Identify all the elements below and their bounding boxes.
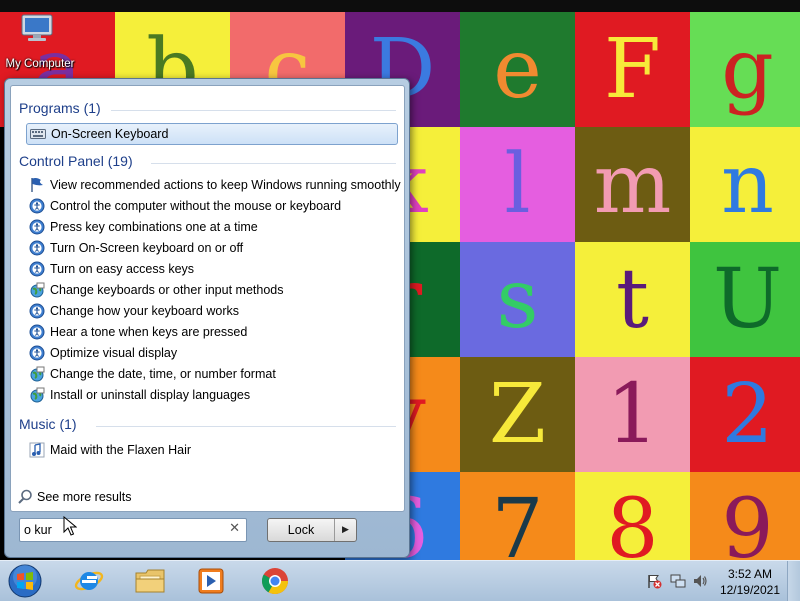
internet-explorer-icon: [74, 571, 104, 591]
see-more-label: See more results: [37, 490, 132, 504]
divider: [111, 110, 396, 111]
result-label: Hear a tone when keys are pressed: [50, 325, 248, 339]
wallpaper-tile: 1: [575, 357, 690, 472]
chrome-icon: [261, 568, 289, 595]
control-panel-result[interactable]: Control the computer without the mouse o…: [26, 196, 398, 216]
wallpaper-tile: l: [460, 127, 575, 242]
media-player-icon: [198, 568, 224, 594]
control-panel-result[interactable]: Change how your keyboard works: [26, 301, 398, 321]
wallpaper-tile: 9: [690, 472, 800, 560]
result-label: Optimize visual display: [50, 346, 178, 360]
wallpaper-tile: Z: [460, 357, 575, 472]
clock-date: 12/19/2021: [719, 583, 780, 597]
network-icon[interactable]: [670, 573, 686, 589]
computer-icon: [21, 14, 53, 41]
ease-of-access-icon: [29, 303, 45, 319]
control-panel-result[interactable]: View recommended actions to keep Windows…: [26, 175, 401, 195]
control-panel-result[interactable]: Turn On-Screen keyboard on or off: [26, 238, 398, 258]
wallpaper-tile: m: [575, 127, 690, 242]
mouse-pointer-icon: [63, 516, 77, 536]
wallpaper-tile: t: [575, 242, 690, 357]
wallpaper-tile: U: [690, 242, 800, 357]
control-panel-result[interactable]: Press key combinations one at a time: [26, 217, 398, 237]
search-input[interactable]: [24, 521, 224, 539]
chrome-button[interactable]: [258, 564, 292, 598]
file-explorer-button[interactable]: [133, 564, 167, 598]
control-panel-result[interactable]: Optimize visual display: [26, 343, 398, 363]
wallpaper-tile: e: [460, 12, 575, 127]
my-computer-label: My Computer: [5, 58, 75, 70]
my-computer-desktop-icon[interactable]: My Computer: [0, 12, 80, 74]
start-button[interactable]: [6, 562, 44, 600]
region-globe-icon: [30, 282, 45, 298]
action-center-icon[interactable]: [646, 573, 662, 589]
programs-heading[interactable]: Programs (1): [19, 100, 101, 116]
control-panel-result[interactable]: Change keyboards or other input methods: [26, 280, 398, 300]
control-panel-result[interactable]: Turn on easy access keys: [26, 259, 398, 279]
show-desktop-button[interactable]: [787, 561, 800, 601]
control-panel-result[interactable]: Change the date, time, or number format: [26, 364, 398, 384]
wallpaper-tile: 2: [690, 357, 800, 472]
notification-area: 3:52 AM 12/19/2021: [630, 561, 800, 601]
result-label: Change the date, time, or number format: [50, 367, 276, 381]
taskbar: 3:52 AM 12/19/2021: [0, 560, 800, 601]
region-globe-icon: [30, 366, 45, 382]
close-icon[interactable]: ✕: [229, 521, 240, 536]
result-label: Change how your keyboard works: [50, 304, 239, 318]
divider: [96, 426, 396, 427]
result-maid-with-the-flaxen-hair[interactable]: Maid with the Flaxen Hair: [26, 440, 398, 460]
lock-button[interactable]: Lock ▶: [267, 518, 357, 542]
result-label: Turn On-Screen keyboard on or off: [50, 241, 244, 255]
ease-of-access-icon: [29, 345, 45, 361]
control-panel-heading[interactable]: Control Panel (19): [19, 153, 133, 169]
start-menu: Programs (1) On-Screen Keyboard Control …: [4, 78, 410, 558]
control-panel-result[interactable]: Hear a tone when keys are pressed: [26, 322, 398, 342]
wallpaper-tile: n: [690, 127, 800, 242]
music-note-icon: [29, 442, 45, 458]
internet-explorer-button[interactable]: [72, 564, 106, 598]
chevron-right-icon[interactable]: ▶: [335, 519, 356, 541]
start-search-box[interactable]: ✕: [19, 518, 247, 542]
result-label: Control the computer without the mouse o…: [50, 199, 342, 213]
clock-time: 3:52 AM: [727, 567, 772, 581]
ease-of-access-icon: [29, 198, 45, 214]
result-label: Install or uninstall display languages: [50, 388, 251, 402]
result-label: Change keyboards or other input methods: [50, 283, 284, 297]
result-on-screen-keyboard[interactable]: On-Screen Keyboard: [26, 123, 398, 145]
see-more-results-link[interactable]: See more results: [17, 489, 131, 505]
result-label: View recommended actions to keep Windows…: [50, 178, 401, 192]
wallpaper-tile: g: [690, 12, 800, 127]
ease-of-access-icon: [29, 261, 45, 277]
divider: [151, 163, 396, 164]
wallpaper-tile: 8: [575, 472, 690, 560]
file-explorer-icon: [135, 569, 165, 593]
wallpaper-tile: 7: [460, 472, 575, 560]
top-black-strip: [0, 0, 800, 12]
wallpaper-tile: F: [575, 12, 690, 127]
result-label: Turn on easy access keys: [50, 262, 195, 276]
flag-icon: [31, 178, 43, 192]
music-heading[interactable]: Music (1): [19, 416, 77, 432]
control-panel-result[interactable]: Install or uninstall display languages: [26, 385, 398, 405]
search-results-panel: Programs (1) On-Screen Keyboard Control …: [10, 85, 405, 512]
result-label: Press key combinations one at a time: [50, 220, 258, 234]
media-player-button[interactable]: [194, 564, 228, 598]
lock-button-label[interactable]: Lock: [268, 519, 335, 541]
ease-of-access-icon: [29, 240, 45, 256]
result-label: On-Screen Keyboard: [51, 127, 169, 141]
volume-icon[interactable]: [692, 573, 708, 589]
ease-of-access-icon: [29, 324, 45, 340]
ease-of-access-icon: [29, 219, 45, 235]
search-icon: [18, 489, 32, 504]
clock[interactable]: 3:52 AM 12/19/2021: [720, 566, 780, 598]
result-label: Maid with the Flaxen Hair: [50, 443, 192, 457]
wallpaper-tile: s: [460, 242, 575, 357]
region-globe-icon: [30, 387, 45, 403]
windows-orb-icon: [8, 564, 42, 598]
keyboard-icon: [30, 129, 46, 139]
